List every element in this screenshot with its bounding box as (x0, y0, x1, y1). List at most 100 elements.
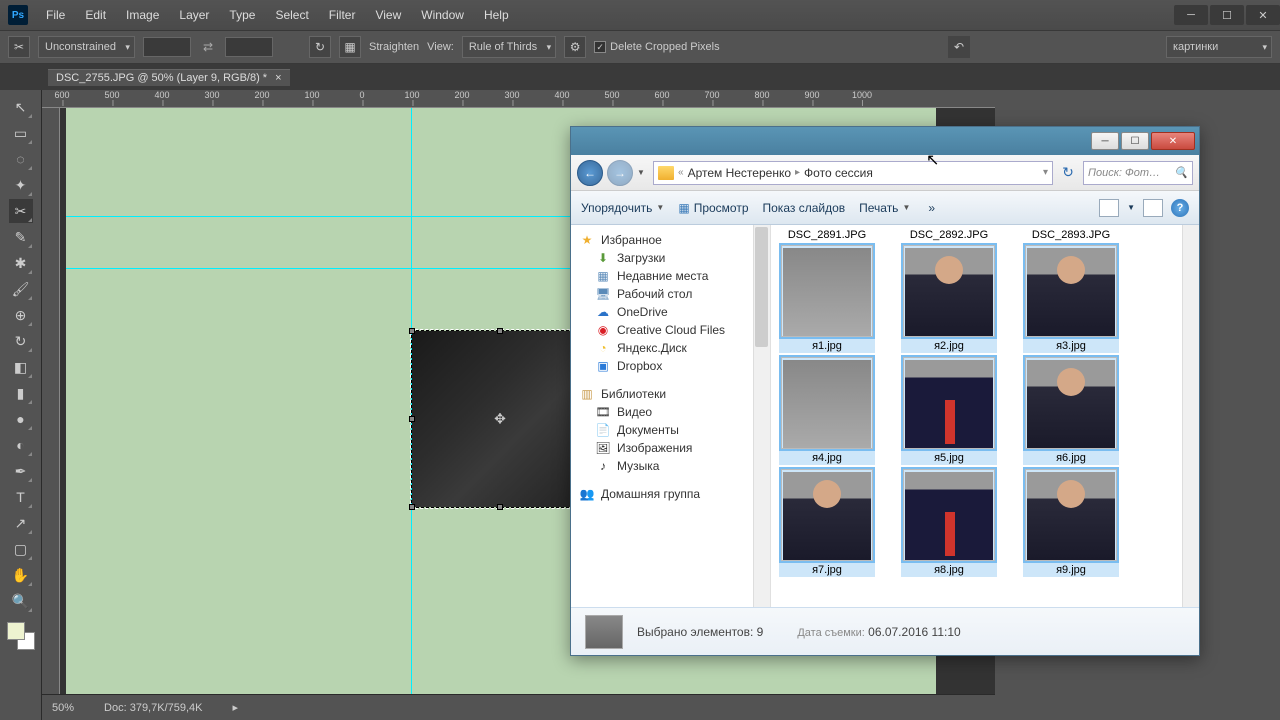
lasso-tool[interactable]: ◌ (9, 147, 33, 171)
address-bar[interactable]: « Артем Нестеренко ▸ Фото сессия ▾ (653, 161, 1053, 185)
zoom-level[interactable]: 50% (52, 702, 74, 714)
history-brush-tool[interactable]: ↻ (9, 329, 33, 353)
menu-view[interactable]: View (365, 0, 411, 30)
stamp-tool[interactable]: ⊕ (9, 303, 33, 327)
view-mode-button[interactable] (1099, 199, 1119, 217)
gear-icon[interactable]: ⚙ (564, 36, 586, 58)
gradient-tool[interactable]: ▮ (9, 381, 33, 405)
move-tool[interactable]: ↖ (9, 95, 33, 119)
preview-button[interactable]: ▦Просмотр (678, 201, 748, 215)
minimize-button[interactable]: ─ (1174, 5, 1208, 25)
ruler-horizontal[interactable]: 600 500 400 300 200 100 0 100 200 300 40… (42, 90, 995, 108)
sidebar-item-images[interactable]: 🖼Изображения (571, 439, 770, 457)
brush-tool[interactable]: 🖌 (9, 277, 33, 301)
delete-cropped-checkbox[interactable]: ✓ Delete Cropped Pixels (594, 41, 719, 53)
eyedropper-tool[interactable]: ✎ (9, 225, 33, 249)
sidebar-item-dropbox[interactable]: ▣Dropbox (571, 357, 770, 375)
organize-button[interactable]: Упорядочить▼ (581, 201, 664, 215)
explorer-maximize-button[interactable]: ☐ (1121, 132, 1149, 150)
refresh-button[interactable]: ↻ (1057, 162, 1079, 184)
sidebar-group-libraries[interactable]: ▥Библиотеки (571, 385, 770, 403)
selection-marquee[interactable]: ✥ (411, 330, 589, 508)
file-name[interactable]: DSC_2892.JPG (901, 229, 997, 241)
sidebar-item-cc[interactable]: ◉Creative Cloud Files (571, 321, 770, 339)
sidebar-item-onedrive[interactable]: ☁OneDrive (571, 303, 770, 321)
wand-tool[interactable]: ✦ (9, 173, 33, 197)
file-item[interactable]: я5.jpg (901, 357, 997, 465)
sidebar-item-recent[interactable]: ▦Недавние места (571, 267, 770, 285)
straighten-icon[interactable]: ▦ (339, 36, 361, 58)
menu-layer[interactable]: Layer (169, 0, 219, 30)
sidebar-item-desktop[interactable]: 🖥Рабочий стол (571, 285, 770, 303)
file-name[interactable]: DSC_2891.JPG (779, 229, 875, 241)
crop-tool[interactable]: ✂ (9, 199, 33, 223)
overlay-view-dropdown[interactable]: Rule of Thirds (462, 36, 556, 58)
explorer-close-button[interactable]: ✕ (1151, 132, 1195, 150)
explorer-minimize-button[interactable]: ─ (1091, 132, 1119, 150)
address-dropdown-icon[interactable]: ▾ (1043, 167, 1048, 178)
files-scrollbar[interactable] (1182, 225, 1199, 607)
breadcrumb-item[interactable]: Фото сессия (804, 166, 873, 180)
workspace-dropdown[interactable]: картинки (1166, 36, 1272, 58)
height-field[interactable] (225, 37, 273, 57)
sidebar-item-documents[interactable]: 📄Документы (571, 421, 770, 439)
ruler-vertical[interactable] (42, 108, 60, 694)
sidebar-group-homegroup[interactable]: 👥Домашняя группа (571, 485, 770, 503)
close-button[interactable]: ✕ (1246, 5, 1280, 25)
width-field[interactable] (143, 37, 191, 57)
sidebar-scrollbar[interactable] (753, 225, 770, 607)
file-item[interactable]: я3.jpg (1023, 245, 1119, 353)
menu-filter[interactable]: Filter (319, 0, 366, 30)
shape-tool[interactable]: ▢ (9, 537, 33, 561)
sidebar-item-downloads[interactable]: ⬇Загрузки (571, 249, 770, 267)
file-item[interactable]: я9.jpg (1023, 469, 1119, 577)
menu-image[interactable]: Image (116, 0, 169, 30)
view-dropdown-icon[interactable]: ▼ (1127, 203, 1135, 212)
file-grid[interactable]: DSC_2891.JPG DSC_2892.JPG DSC_2893.JPG я… (771, 225, 1199, 607)
menu-edit[interactable]: Edit (75, 0, 116, 30)
search-box[interactable]: Поиск: Фот… 🔍 (1083, 161, 1193, 185)
straighten-label[interactable]: Straighten (369, 41, 419, 53)
help-button[interactable]: ? (1171, 199, 1189, 217)
menu-help[interactable]: Help (474, 0, 519, 30)
sidebar-item-music[interactable]: ♪Музыка (571, 457, 770, 475)
slideshow-button[interactable]: Показ слайдов (763, 201, 846, 215)
heal-tool[interactable]: ✱ (9, 251, 33, 275)
breadcrumb-item[interactable]: Артем Нестеренко (688, 166, 791, 180)
file-item[interactable]: я2.jpg (901, 245, 997, 353)
sidebar-item-yadisk[interactable]: ◔Яндекс.Диск (571, 339, 770, 357)
file-item[interactable]: я8.jpg (901, 469, 997, 577)
status-arrow-icon[interactable]: ▸ (233, 701, 239, 714)
pen-tool[interactable]: ✒ (9, 459, 33, 483)
marquee-tool[interactable]: ▭ (9, 121, 33, 145)
file-item[interactable]: я6.jpg (1023, 357, 1119, 465)
eraser-tool[interactable]: ◧ (9, 355, 33, 379)
blur-tool[interactable]: ● (9, 407, 33, 431)
menu-file[interactable]: File (36, 0, 75, 30)
crop-tool-icon[interactable]: ✂ (8, 36, 30, 58)
tab-close-icon[interactable]: × (275, 72, 281, 84)
explorer-window[interactable]: ─ ☐ ✕ ← → ▼ « Артем Нестеренко ▸ Фото се… (570, 126, 1200, 656)
type-tool[interactable]: T (9, 485, 33, 509)
file-item[interactable]: я7.jpg (779, 469, 875, 577)
menu-type[interactable]: Type (219, 0, 265, 30)
nav-history-dropdown[interactable]: ▼ (637, 168, 649, 177)
file-item[interactable]: я1.jpg (779, 245, 875, 353)
menu-window[interactable]: Window (411, 0, 474, 30)
maximize-button[interactable]: ☐ (1210, 5, 1244, 25)
path-tool[interactable]: ↗ (9, 511, 33, 535)
swap-icon[interactable]: ⇄ (199, 40, 217, 54)
rotate-icon[interactable]: ↻ (309, 36, 331, 58)
preview-pane-button[interactable] (1143, 199, 1163, 217)
back-button[interactable]: ← (577, 160, 603, 186)
print-button[interactable]: Печать▼ (859, 201, 910, 215)
foreground-color[interactable] (7, 622, 25, 640)
menu-select[interactable]: Select (265, 0, 318, 30)
file-name[interactable]: DSC_2893.JPG (1023, 229, 1119, 241)
document-tab[interactable]: DSC_2755.JPG @ 50% (Layer 9, RGB/8) * × (48, 69, 290, 86)
sidebar-item-videos[interactable]: 🎞Видео (571, 403, 770, 421)
forward-button[interactable]: → (607, 160, 633, 186)
dodge-tool[interactable]: ◐ (9, 433, 33, 457)
more-button[interactable]: » (928, 201, 935, 215)
file-item[interactable]: я4.jpg (779, 357, 875, 465)
